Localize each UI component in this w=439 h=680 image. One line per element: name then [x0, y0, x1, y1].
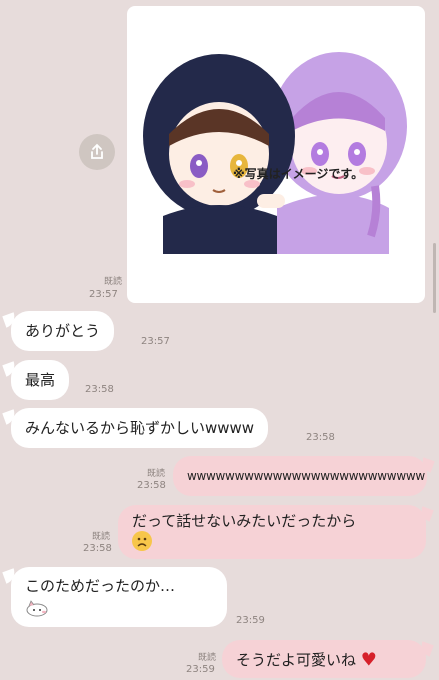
read-receipt: 既読: [103, 277, 122, 287]
incoming-message[interactable]: 最高: [11, 360, 70, 400]
incoming-message[interactable]: このためだったのか…: [11, 567, 227, 627]
scrollbar-thumb[interactable]: [433, 243, 436, 313]
read-receipt: 既読: [91, 532, 110, 542]
incoming-message[interactable]: ありがとう: [11, 311, 115, 351]
chibi-couple-illustration: [143, 52, 407, 254]
cat-sticker-icon: [26, 600, 48, 617]
message-text: そうだよ可愛いね: [236, 651, 357, 669]
message-time: 23:57: [89, 289, 118, 300]
message-text: だって話せないみたいだったから: [132, 512, 357, 530]
message-time: 23:57: [141, 336, 170, 347]
outgoing-message[interactable]: wwwwwwwwwwwwwwwwwwwwwwwww: [173, 456, 427, 496]
message-time: 23:58: [85, 384, 114, 395]
outgoing-message[interactable]: だって話せないみたいだったから: [118, 505, 426, 559]
message-time: 23:59: [186, 664, 215, 675]
message-text: wwwwwwwwwwwwwwwwwwwwwwwww: [187, 469, 425, 483]
heart-icon: ♥: [360, 649, 377, 671]
shared-image[interactable]: [127, 6, 425, 303]
message-text: ありがとう: [25, 322, 101, 340]
message-text: みんないるから恥ずかしいwwww: [25, 419, 255, 437]
read-receipt: 既読: [197, 653, 216, 663]
read-receipt: 既読: [146, 469, 165, 479]
message-time: 23:58: [306, 432, 335, 443]
message-time: 23:58: [83, 543, 112, 554]
sad-face-icon: [132, 531, 152, 551]
message-text: このためだったのか…: [25, 577, 176, 595]
share-button[interactable]: [79, 134, 115, 170]
share-icon: [91, 143, 103, 159]
message-text: 最高: [25, 371, 56, 389]
incoming-message[interactable]: みんないるから恥ずかしいwwww: [11, 408, 269, 448]
image-caption: ※写真はイメージです。: [233, 167, 364, 181]
message-time: 23:58: [137, 480, 166, 491]
message-time: 23:59: [236, 615, 265, 626]
outgoing-message[interactable]: そうだよ可愛いね ♥: [222, 640, 426, 678]
